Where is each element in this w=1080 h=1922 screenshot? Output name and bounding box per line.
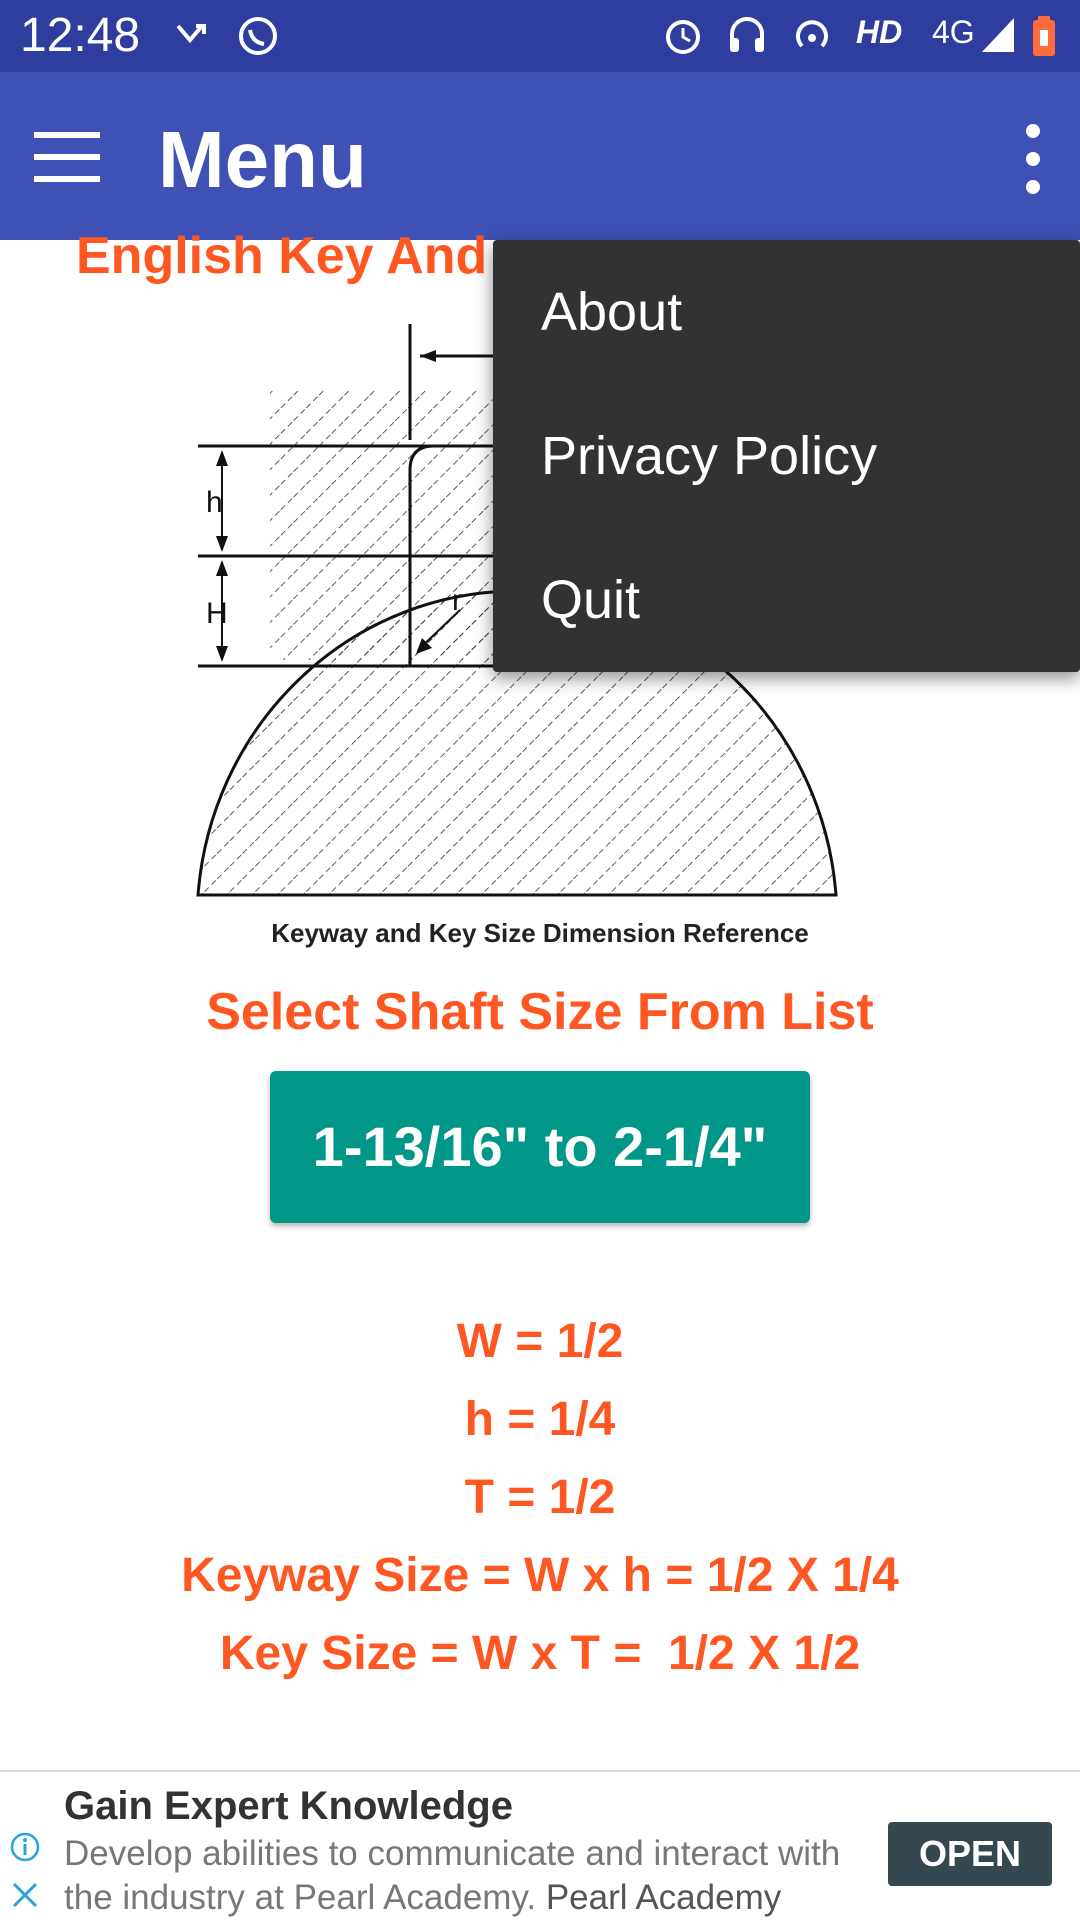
- signal-icon: [982, 18, 1014, 52]
- ad-open-button[interactable]: OPEN: [888, 1822, 1052, 1886]
- network-type: 4G: [932, 14, 975, 50]
- hotspot-icon: [796, 20, 828, 48]
- ad-banner[interactable]: Gain Expert Knowledge Develop abilities …: [0, 1770, 1080, 1922]
- overflow-menu: About Privacy Policy Quit: [493, 240, 1080, 672]
- result-h: h = 1/4: [464, 1393, 616, 1446]
- whatsapp-icon: [239, 17, 277, 55]
- info-icon[interactable]: [10, 1832, 40, 1862]
- status-bar: 12:48 HD 4G: [0, 0, 1080, 72]
- headset-icon: [730, 17, 764, 52]
- menu-item-quit[interactable]: Quit: [493, 528, 1080, 672]
- page-heading: English Key And: [76, 227, 488, 285]
- menu-item-about[interactable]: About: [493, 240, 1080, 384]
- shaft-size-button[interactable]: 1-13/16" to 2-1/4": [270, 1071, 810, 1223]
- ad-brand: Pearl Academy: [545, 1878, 782, 1917]
- hamburger-icon[interactable]: [34, 132, 100, 182]
- close-icon[interactable]: [10, 1880, 40, 1910]
- result-w: W = 1/2: [456, 1315, 624, 1368]
- app-bar: Menu: [0, 72, 1080, 240]
- select-shaft-label: Select Shaft Size From List: [206, 983, 874, 1041]
- ad-title: Gain Expert Knowledge: [64, 1784, 513, 1828]
- alarm-icon: [666, 20, 700, 54]
- result-keyway-size: Keyway Size = W x h = 1/2 X 1/4: [181, 1549, 899, 1602]
- dim-label-h: h: [206, 486, 223, 519]
- battery-icon: [1033, 16, 1055, 56]
- more-vert-icon[interactable]: [1018, 124, 1048, 194]
- dim-label-H: H: [206, 597, 228, 630]
- hd-indicator: HD: [856, 14, 903, 50]
- missed-call-icon: [176, 24, 206, 44]
- dim-label-r: r: [452, 584, 462, 617]
- diagram-caption: Keyway and Key Size Dimension Reference: [271, 918, 809, 948]
- menu-item-privacy-policy[interactable]: Privacy Policy: [493, 384, 1080, 528]
- result-key-size: Key Size = W x T = 1/2 X 1/2: [219, 1627, 861, 1680]
- status-time: 12:48: [20, 9, 141, 62]
- page-title: Menu: [158, 115, 367, 204]
- ad-body: Develop abilities to communicate and int…: [64, 1832, 864, 1920]
- result-t: T = 1/2: [464, 1471, 616, 1524]
